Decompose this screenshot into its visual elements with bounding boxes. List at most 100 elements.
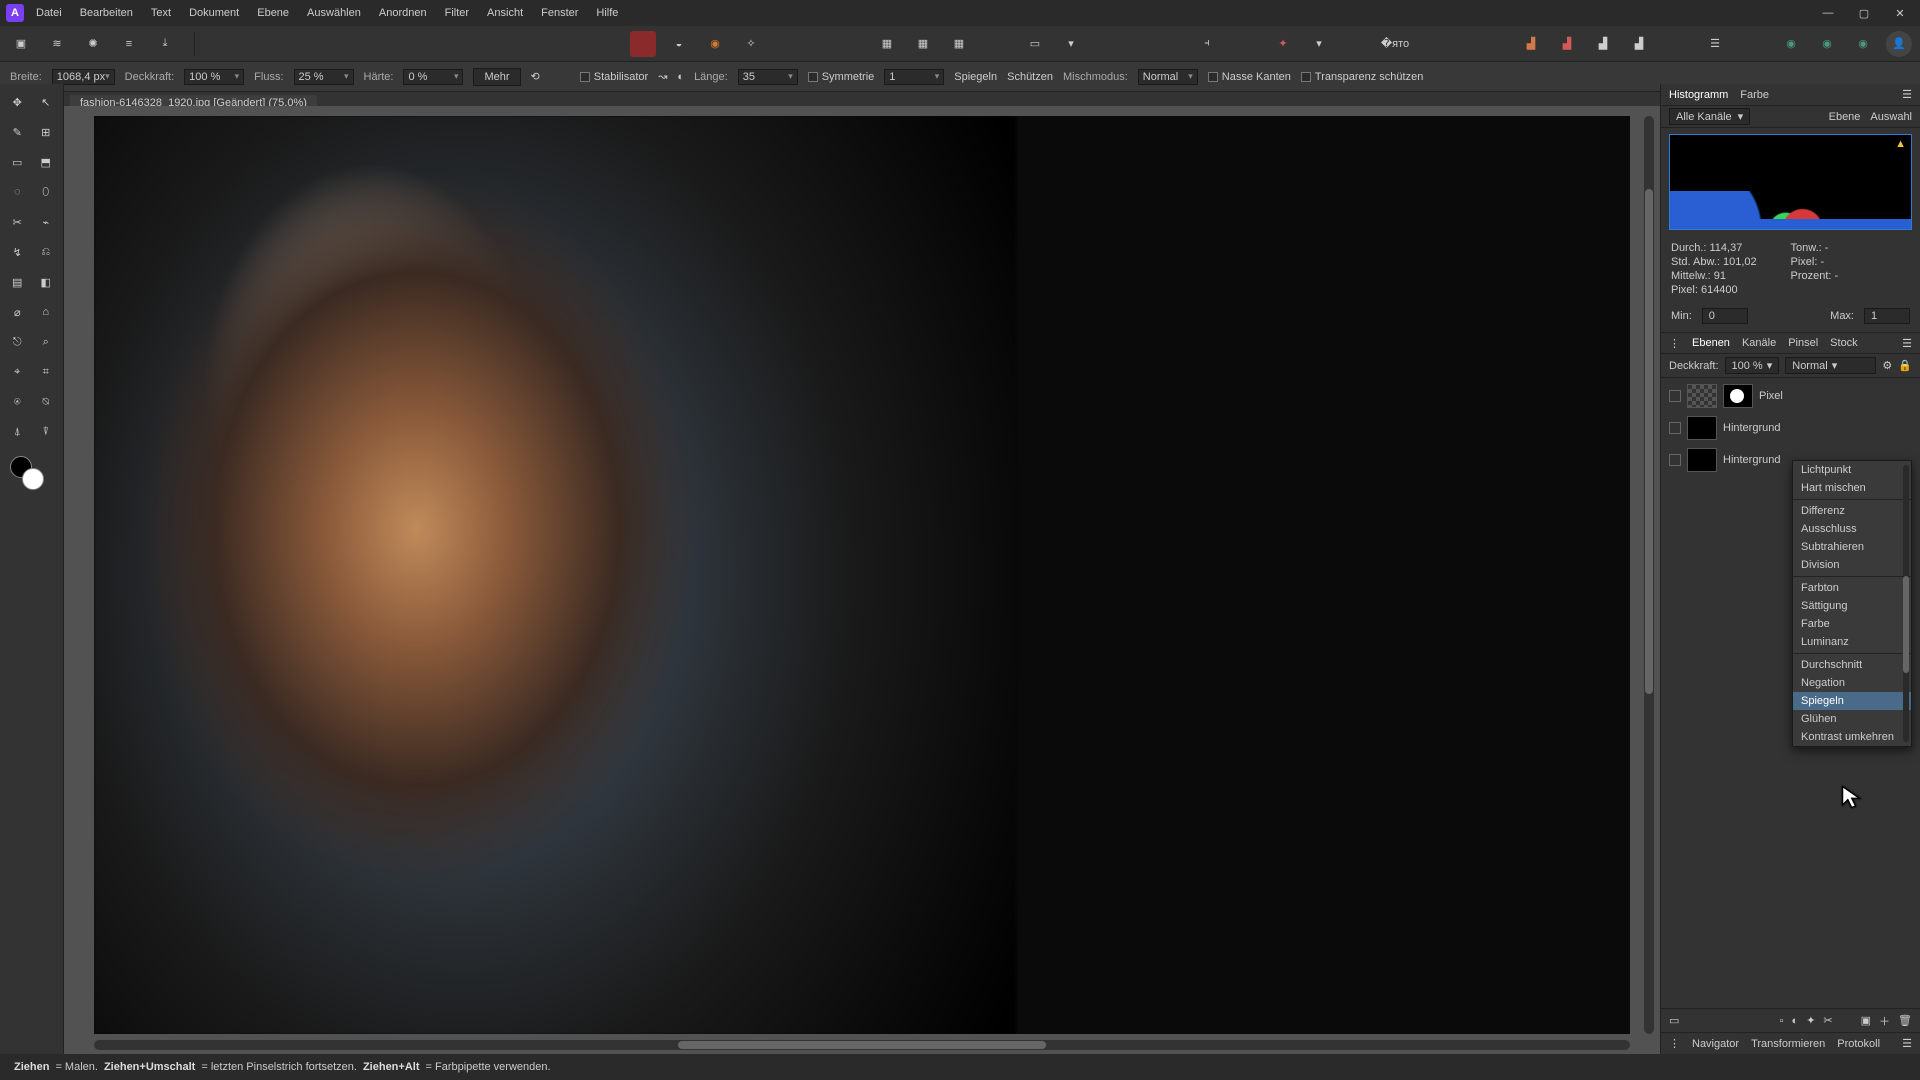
minimize-button[interactable]: —: [1814, 4, 1842, 22]
color-wheel-icon[interactable]: ◉: [702, 31, 728, 57]
tone-persona-icon[interactable]: ≡: [116, 31, 142, 57]
opacity-input[interactable]: 100 %▾: [184, 69, 244, 85]
develop-persona-icon[interactable]: ✺: [80, 31, 106, 57]
blendmode-option[interactable]: Luminanz: [1793, 633, 1911, 651]
mesh-tool[interactable]: ⍉: [33, 388, 60, 416]
menu-ansicht[interactable]: Ansicht: [487, 7, 523, 19]
close-button[interactable]: ✕: [1886, 4, 1914, 22]
blendmode-option[interactable]: Sättigung: [1793, 597, 1911, 615]
menu-auswaehlen[interactable]: Auswählen: [307, 7, 361, 19]
rope-icon[interactable]: ↝: [658, 70, 667, 83]
pressure-icon[interactable]: ⟲: [531, 70, 540, 83]
star-tool[interactable]: ⍟: [4, 388, 31, 416]
protect-checkbox[interactable]: Schützen: [1007, 71, 1053, 83]
gear-icon[interactable]: ⚙: [1882, 359, 1892, 372]
wand2-icon[interactable]: ✦: [1270, 31, 1296, 57]
chevron-down-icon[interactable]: ▾: [1306, 31, 1332, 57]
grid-a-icon[interactable]: ▦: [874, 31, 900, 57]
lock-icon[interactable]: 🔒: [1898, 359, 1912, 372]
panel-grip-icon[interactable]: ⋮: [1669, 1037, 1680, 1050]
protect-alpha-checkbox[interactable]: Transparenz schützen: [1301, 71, 1423, 83]
blendmode-option[interactable]: Durchschnitt: [1793, 656, 1911, 674]
panel-menu-icon[interactable]: ☰: [1902, 337, 1912, 350]
blendmode-option[interactable]: Lichtpunkt: [1793, 461, 1911, 479]
dropdown-scrollbar[interactable]: [1903, 465, 1909, 742]
menu-dokument[interactable]: Dokument: [189, 7, 239, 19]
grid-c-icon[interactable]: ▦: [946, 31, 972, 57]
rect-tool[interactable]: ▭: [4, 148, 31, 176]
tab-histogram[interactable]: Histogramm: [1669, 89, 1728, 101]
zoom-tool[interactable]: ⌕: [33, 328, 60, 356]
shape-tool[interactable]: ⬒: [33, 148, 60, 176]
blendmode-option[interactable]: Subtrahieren: [1793, 538, 1911, 556]
pen-tool[interactable]: ✎: [4, 118, 31, 146]
arrange-icon[interactable]: ☰: [1702, 31, 1728, 57]
layer-b-icon[interactable]: ▟: [1554, 31, 1580, 57]
more-button[interactable]: Mehr: [473, 68, 520, 86]
scope-ebene[interactable]: Ebene: [1829, 111, 1861, 123]
max-input[interactable]: 1: [1864, 308, 1910, 324]
burn-tool[interactable]: ◧: [33, 268, 60, 296]
tab-brushes[interactable]: Pinsel: [1788, 337, 1818, 349]
text-tool[interactable]: ⌗: [33, 358, 60, 386]
selection-tool[interactable]: ⬯: [33, 178, 60, 206]
blendmode-option[interactable]: Farbton: [1793, 579, 1911, 597]
layer-name[interactable]: Pixel: [1759, 390, 1912, 402]
canvas[interactable]: [94, 116, 1630, 1034]
menu-bearbeiten[interactable]: Bearbeiten: [80, 7, 133, 19]
chevron-down-icon[interactable]: ▾: [1058, 31, 1084, 57]
live-icon[interactable]: ✦: [1806, 1014, 1815, 1027]
blendmode-select[interactable]: Normal▾: [1138, 69, 1198, 85]
visibility-toggle[interactable]: [1669, 390, 1681, 402]
blendmode-option[interactable]: Negation: [1793, 674, 1911, 692]
layer-opacity-input[interactable]: 100 %▾: [1725, 357, 1780, 374]
menu-ebene[interactable]: Ebene: [257, 7, 289, 19]
mask-icon[interactable]: ▭: [1669, 1014, 1679, 1027]
account-icon[interactable]: 👤: [1886, 31, 1912, 57]
blendmode-option[interactable]: Ausschluss: [1793, 520, 1911, 538]
panel-menu-icon[interactable]: ☰: [1902, 1037, 1912, 1050]
brush-tool[interactable]: ✂: [4, 208, 31, 236]
adjust-icon[interactable]: ◐: [1792, 1015, 1799, 1027]
channel-select[interactable]: Alle Kanäle▾: [1669, 108, 1750, 125]
menu-text[interactable]: Text: [151, 7, 171, 19]
panel-grip-icon[interactable]: ⋮: [1669, 337, 1680, 350]
align-icon[interactable]: ⫞: [1194, 31, 1220, 57]
node-tool[interactable]: ↖: [33, 88, 60, 116]
tab-channels[interactable]: Kanäle: [1742, 337, 1776, 349]
swatch-red-icon[interactable]: [630, 31, 656, 57]
vertical-scrollbar[interactable]: [1644, 116, 1654, 1034]
layer-name[interactable]: Hintergrund: [1723, 422, 1912, 434]
dodge-tool[interactable]: ▤: [4, 268, 31, 296]
fx-icon[interactable]: ▫: [1780, 1015, 1784, 1027]
cloud-b-icon[interactable]: ◉: [1814, 31, 1840, 57]
view-tool[interactable]: ⍋: [4, 418, 31, 446]
blur-tool[interactable]: ⎋: [4, 328, 31, 356]
layer-a-icon[interactable]: ▟: [1518, 31, 1544, 57]
crop-tool[interactable]: ⊞: [33, 118, 60, 146]
liquify-persona-icon[interactable]: ≋: [44, 31, 70, 57]
eraser-tool[interactable]: ⌁: [33, 208, 60, 236]
maximize-button[interactable]: ▢: [1850, 4, 1878, 22]
blendmode-option[interactable]: Division: [1793, 556, 1911, 574]
panel-menu-icon[interactable]: ☰: [1902, 88, 1912, 101]
photo-persona-icon[interactable]: ▣: [8, 31, 34, 57]
menu-datei[interactable]: Datei: [36, 7, 62, 19]
blendmode-option[interactable]: Differenz: [1793, 502, 1911, 520]
min-input[interactable]: 0: [1702, 308, 1748, 324]
grid-b-icon[interactable]: ▦: [910, 31, 936, 57]
menu-anordnen[interactable]: Anordnen: [379, 7, 427, 19]
layer-mask-thumb[interactable]: [1723, 384, 1753, 408]
symmetry-checkbox[interactable]: Symmetrie: [808, 71, 875, 83]
blendmode-option[interactable]: Hart mischen: [1793, 479, 1911, 497]
group-icon[interactable]: ▣: [1861, 1014, 1871, 1027]
move-tool[interactable]: ✥: [4, 88, 31, 116]
scope-auswahl[interactable]: Auswahl: [1870, 111, 1912, 123]
flow-input[interactable]: 25 %▾: [294, 69, 354, 85]
hardness-input[interactable]: 0 %▾: [403, 69, 463, 85]
menu-hilfe[interactable]: Hilfe: [596, 7, 618, 19]
layer-blendmode-select[interactable]: Normal▾: [1785, 357, 1876, 374]
layer-row[interactable]: Pixel: [1667, 382, 1914, 410]
blendmode-option[interactable]: Farbe: [1793, 615, 1911, 633]
length-input[interactable]: 35▾: [738, 69, 798, 85]
